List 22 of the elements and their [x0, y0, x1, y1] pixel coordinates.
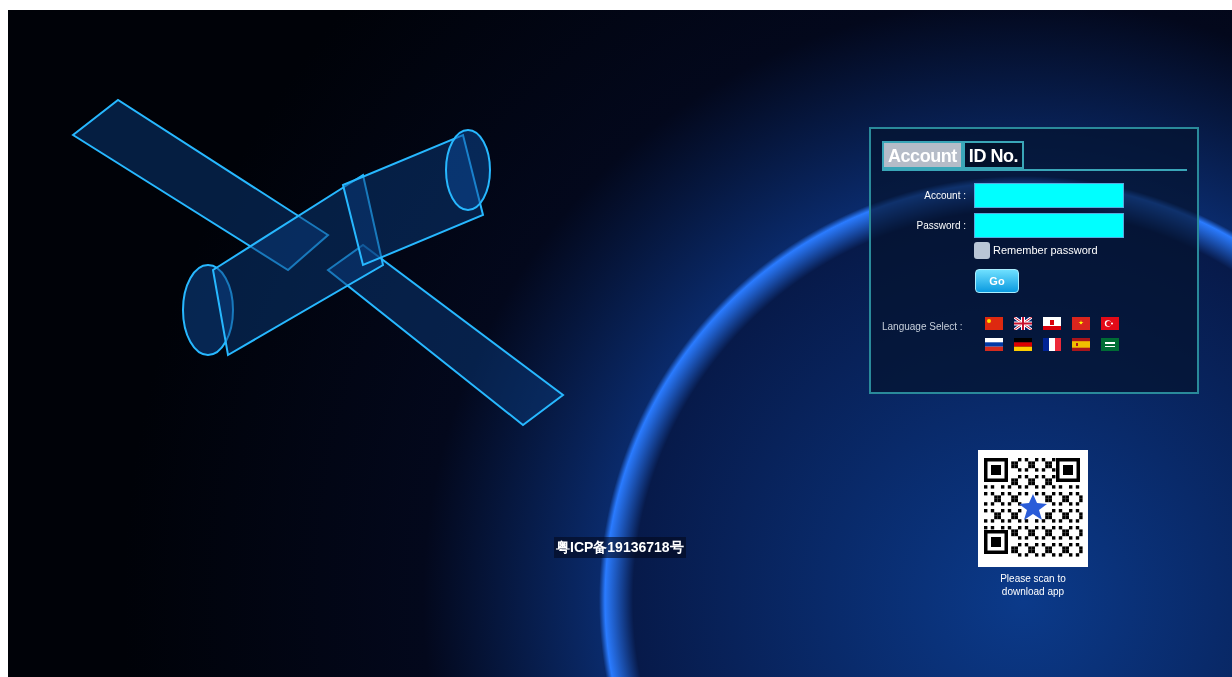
login-tab[interactable]: Account [882, 141, 963, 169]
go-button[interactable]: Go [975, 269, 1019, 294]
field-label: Password : [915, 219, 967, 233]
language-flag-button[interactable] [1014, 317, 1032, 331]
icp-license-text: 粤ICP备19136718号 [554, 537, 686, 558]
qr-caption: Please scan to download app [999, 572, 1067, 598]
language-flag-button[interactable] [1043, 338, 1061, 352]
language-label: Language Select : [882, 320, 964, 335]
language-flag-button[interactable] [985, 338, 1003, 352]
language-flag-button[interactable] [985, 317, 1003, 331]
login-tab[interactable]: ID No. [962, 141, 1025, 169]
remember-label: Remember password [993, 243, 1098, 259]
field-label: Account : [923, 189, 967, 203]
language-flag-button[interactable] [1014, 338, 1032, 352]
language-flag-button[interactable] [1101, 338, 1119, 352]
language-flag-button[interactable] [1101, 317, 1119, 331]
language-flag-button[interactable] [1072, 317, 1090, 331]
language-flag-button[interactable] [1043, 317, 1061, 331]
language-flag-button[interactable] [1072, 338, 1090, 352]
account-field[interactable] [974, 183, 1124, 208]
remember-checkbox[interactable] [974, 242, 990, 259]
password-field[interactable] [974, 213, 1124, 238]
